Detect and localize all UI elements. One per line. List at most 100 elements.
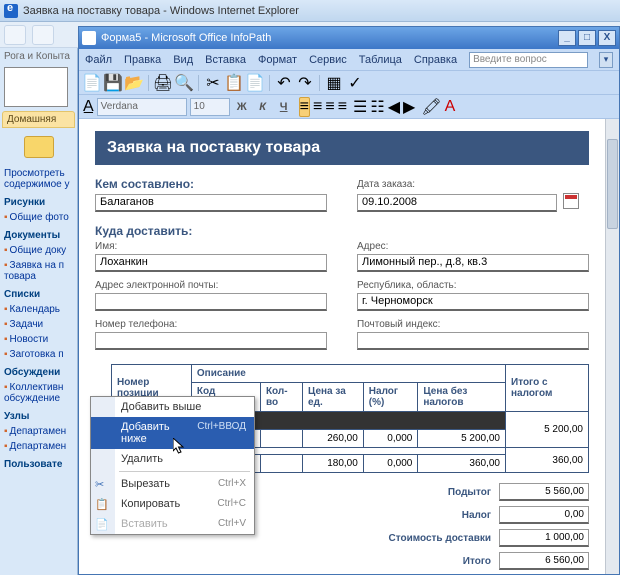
nav-group-pictures[interactable]: Рисунки [0,192,77,210]
help-search-input[interactable]: Введите вопрос [469,52,588,68]
align-center-icon[interactable]: ≡ [313,98,322,116]
preview-icon[interactable]: 🔍 [175,74,193,92]
cell-total[interactable]: 360,00 [506,448,589,473]
new-icon[interactable]: 📄 [83,74,101,92]
outdent-icon[interactable]: ◀ [388,97,400,117]
ship-value[interactable]: 1 000,00 [499,529,589,547]
back-button[interactable] [4,25,26,45]
underline-button[interactable]: Ч [275,101,293,113]
nav-item[interactable]: ▪Задачи [0,317,77,332]
site-name: Рога и Копыта [0,48,77,65]
align-right-icon[interactable]: ≡ [325,98,334,116]
nav-item[interactable]: ▪Коллективн обсуждение [0,380,77,406]
bullets-icon[interactable]: ☰ [353,97,367,117]
calendar-icon[interactable] [563,193,579,209]
cell-price[interactable]: 260,00 [303,430,364,448]
copy-icon[interactable]: 📋 [225,74,243,92]
paste-icon[interactable]: 📄 [246,74,264,92]
nav-item[interactable]: ▪Заготовка п [0,347,77,362]
restore-button[interactable]: □ [578,30,596,46]
cell-tax[interactable]: 0,000 [363,430,418,448]
open-icon[interactable]: 📂 [125,74,143,92]
cut-icon[interactable]: ✂ [204,74,222,92]
deliver-label: Куда доставить: [95,224,589,238]
total-value[interactable]: 6 560,00 [499,552,589,570]
tax-value[interactable]: 0,00 [499,506,589,524]
phone-field[interactable] [95,332,327,350]
highlight-icon[interactable]: 🖍 [421,97,441,117]
align-left-icon[interactable]: ≡ [299,97,310,117]
save-icon[interactable]: 💾 [104,74,122,92]
name-field[interactable]: Лоханкин [95,254,327,272]
name-label: Имя: [95,241,327,252]
menu-table[interactable]: Таблица [359,54,402,66]
menu-tools[interactable]: Сервис [309,54,347,66]
standard-toolbar: 📄 💾 📂 🖨 🔍 ✂ 📋 📄 ↶ ↷ ▦ ✓ [79,71,619,95]
italic-button[interactable]: К [254,101,272,113]
nav-group-discuss[interactable]: Обсуждени [0,362,77,380]
menu-edit[interactable]: Правка [124,54,161,66]
undo-icon[interactable]: ↶ [275,74,293,92]
nav-item[interactable]: ▪Общие доку [0,243,77,258]
help-search-dropdown[interactable]: ▾ [599,52,613,68]
scrollbar-thumb[interactable] [607,139,618,229]
minimize-button[interactable]: _ [558,30,576,46]
date-field[interactable]: 09.10.2008 [357,194,557,212]
nav-item[interactable]: ▪Заявка на п товара [0,258,77,284]
home-tab[interactable]: Домашняя [2,111,75,128]
subtotal-value[interactable]: 5 560,00 [499,483,589,501]
nav-group-users[interactable]: Пользовате [0,454,77,472]
size-selector[interactable]: 10 [190,98,230,116]
nav-group-lists[interactable]: Списки [0,284,77,302]
cell-notax[interactable]: 5 200,00 [418,430,506,448]
menu-insert[interactable]: Вставка [205,54,246,66]
th-price: Цена за ед. [303,383,364,412]
nav-view-all[interactable]: Просмотреть содержимое у [0,166,77,192]
cell[interactable] [260,455,302,473]
menu-help[interactable]: Справка [414,54,457,66]
nav-group-nodes[interactable]: Узлы [0,406,77,424]
format-toolbar: A̲ Verdana 10 Ж К Ч ≡ ≡ ≡ ≡ ☰ ☷ ◀ ▶ 🖍 A [79,95,619,119]
cell[interactable] [260,430,302,448]
addr-field[interactable]: Лимонный пер., д.8, кв.3 [357,254,589,272]
menu-cut[interactable]: ✂ВырезатьCtrl+X [91,474,254,494]
infopath-titlebar: Форма5 - Microsoft Office InfoPath _ □ X [79,27,619,49]
menu-file[interactable]: Файл [85,54,112,66]
nav-item[interactable]: ▪Календарь [0,302,77,317]
insert-icon[interactable]: ▦ [325,74,343,92]
menu-format[interactable]: Формат [258,54,297,66]
phone-label: Номер телефона: [95,319,327,330]
numbering-icon[interactable]: ☷ [370,97,384,117]
nav-item[interactable]: ▪Новости [0,332,77,347]
who-field[interactable]: Балаганов [95,194,327,212]
cell-price[interactable]: 180,00 [303,455,364,473]
cell-tax[interactable]: 0,000 [363,455,418,473]
vertical-scrollbar[interactable] [605,119,619,574]
infopath-icon [82,31,96,45]
indent-icon[interactable]: ▶ [403,97,415,117]
cell-total[interactable]: 5 200,00 [506,412,589,448]
menu-view[interactable]: Вид [173,54,193,66]
bold-button[interactable]: Ж [233,101,251,113]
folder-icon[interactable] [24,136,54,158]
th-desc: Описание [191,365,505,383]
align-justify-icon[interactable]: ≡ [338,98,347,116]
print-icon[interactable]: 🖨 [154,74,172,92]
fontcolor-icon[interactable]: A [445,98,456,116]
cell-notax[interactable]: 360,00 [418,455,506,473]
style-icon[interactable]: A̲ [83,98,94,116]
nav-item[interactable]: ▪Общие фото [0,210,77,225]
nav-item[interactable]: ▪Департамен [0,424,77,439]
zip-field[interactable] [357,332,589,350]
forward-button[interactable] [32,25,54,45]
email-field[interactable] [95,293,327,311]
region-field[interactable]: г. Черноморск [357,293,589,311]
nav-item[interactable]: ▪Департамен [0,439,77,454]
menu-copy[interactable]: 📋КопироватьCtrl+C [91,494,254,514]
nav-group-docs[interactable]: Документы [0,225,77,243]
font-selector[interactable]: Verdana [97,98,187,116]
close-button[interactable]: X [598,30,616,46]
menu-add-above[interactable]: Добавить выше [91,397,254,417]
redo-icon[interactable]: ↷ [296,74,314,92]
check-icon[interactable]: ✓ [346,74,364,92]
